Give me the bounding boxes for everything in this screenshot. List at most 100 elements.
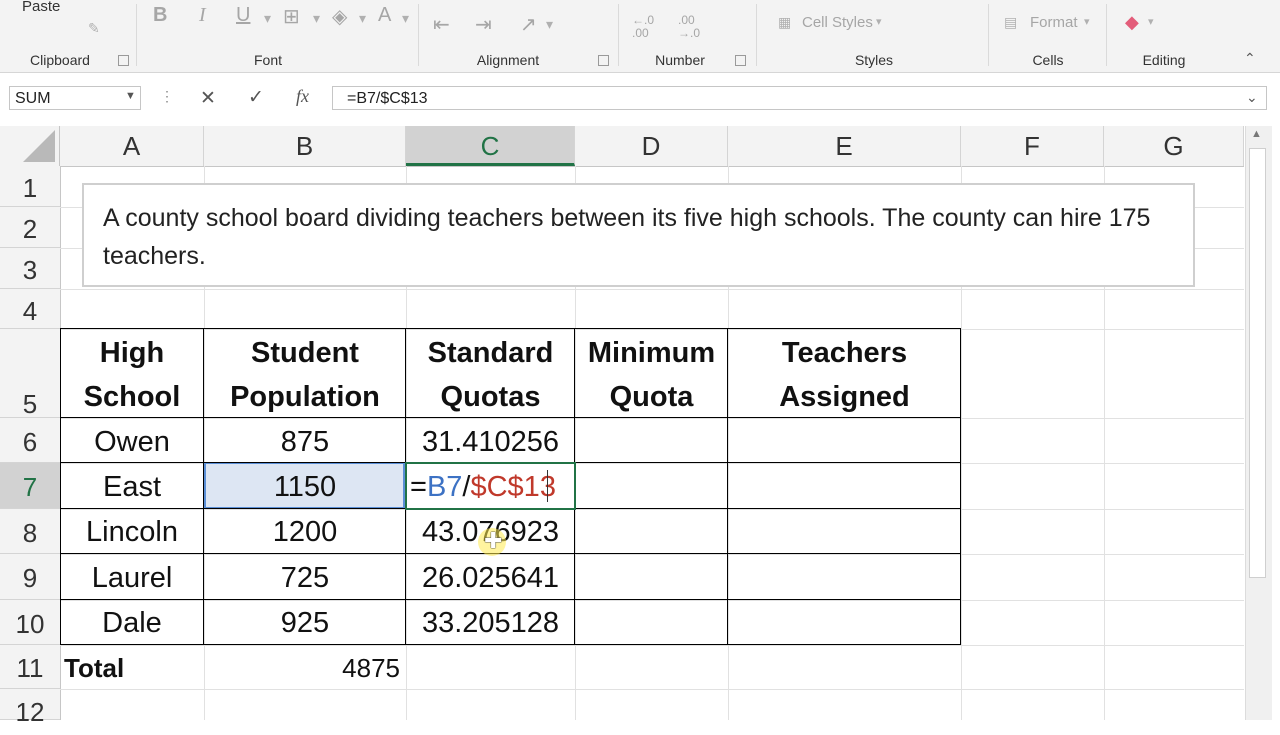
- column-header-e[interactable]: E: [728, 126, 961, 166]
- column-header-f[interactable]: F: [961, 126, 1104, 166]
- editing-formula[interactable]: =B7/$C$13: [410, 465, 556, 509]
- borders-icon[interactable]: ⊞: [283, 4, 300, 29]
- column-header-d[interactable]: D: [575, 126, 728, 166]
- select-all-corner[interactable]: [0, 126, 60, 166]
- row-header-2[interactable]: 2: [0, 207, 60, 248]
- chevron-down-icon[interactable]: ▾: [876, 15, 882, 28]
- gridline: [60, 554, 1244, 555]
- number-launcher-icon[interactable]: [735, 55, 746, 66]
- cell-b6[interactable]: 875: [204, 420, 406, 464]
- orientation-icon[interactable]: ↗: [520, 12, 537, 37]
- cell-styles-icon[interactable]: ▦: [778, 14, 791, 31]
- cell-b7[interactable]: 1150: [204, 465, 406, 509]
- row-header-4[interactable]: 4: [0, 289, 60, 329]
- header-line: Quotas: [440, 381, 541, 413]
- row-header-9[interactable]: 9: [0, 554, 60, 600]
- decrease-indent-icon[interactable]: ⇤: [433, 12, 450, 37]
- font-color-button[interactable]: A: [378, 4, 391, 27]
- cell-c6[interactable]: 31.410256: [406, 420, 575, 464]
- chevron-down-icon[interactable]: ▾: [546, 16, 553, 33]
- format-painter-icon[interactable]: ✎: [88, 20, 100, 37]
- underline-button[interactable]: U: [236, 4, 250, 27]
- row-header-1[interactable]: 1: [0, 166, 60, 207]
- insert-function-button[interactable]: fx: [296, 86, 309, 107]
- group-clipboard-label: Clipboard: [30, 52, 90, 68]
- description-textbox[interactable]: A county school board dividing teachers …: [82, 183, 1195, 287]
- cell-a11-total-label[interactable]: Total: [64, 647, 124, 689]
- header-minimum-quota[interactable]: Minimum Quota: [575, 331, 728, 419]
- cell-a7[interactable]: East: [60, 465, 204, 509]
- cell-b8[interactable]: 1200: [204, 510, 406, 554]
- chevron-down-icon[interactable]: ▾: [402, 10, 409, 27]
- name-box-chevron-down-icon[interactable]: ▼: [125, 90, 136, 102]
- chevron-down-icon[interactable]: ▾: [1084, 15, 1090, 28]
- column-header-g[interactable]: G: [1104, 126, 1244, 166]
- decrease-decimal-button[interactable]: .00 →.0: [678, 14, 700, 40]
- cell-styles-button[interactable]: Cell Styles: [802, 14, 873, 31]
- increase-indent-icon[interactable]: ⇥: [475, 12, 492, 37]
- collapse-ribbon-icon[interactable]: ⌃: [1244, 50, 1256, 67]
- cancel-button[interactable]: ✕: [200, 87, 216, 110]
- column-header-b[interactable]: B: [204, 126, 406, 166]
- row-header-11[interactable]: 11: [0, 645, 60, 689]
- header-high-school[interactable]: High School: [60, 331, 204, 419]
- header-student-population[interactable]: Student Population: [204, 331, 406, 419]
- scroll-up-icon[interactable]: ▲: [1251, 128, 1262, 140]
- clipboard-launcher-icon[interactable]: [118, 55, 129, 66]
- chevron-down-icon[interactable]: ▾: [359, 10, 366, 27]
- italic-button[interactable]: I: [199, 4, 206, 27]
- gridline: [60, 289, 1244, 290]
- row-header-12[interactable]: 12: [0, 689, 60, 727]
- alignment-launcher-icon[interactable]: [598, 55, 609, 66]
- cell-a10[interactable]: Dale: [60, 601, 204, 645]
- paste-button[interactable]: Paste: [22, 0, 60, 15]
- scrollbar-thumb[interactable]: [1249, 148, 1266, 578]
- chevron-down-icon[interactable]: ▾: [313, 10, 320, 27]
- cell-a9[interactable]: Laurel: [60, 556, 204, 600]
- fill-color-icon[interactable]: ◈: [332, 4, 347, 29]
- formula-ref-b7: B7: [426, 471, 463, 503]
- group-font-label: Font: [253, 52, 282, 68]
- cell-b11-total-value[interactable]: 4875: [204, 647, 400, 689]
- text-cursor: [547, 470, 548, 502]
- header-line: Population: [230, 381, 380, 413]
- format-icon[interactable]: ▤: [1004, 14, 1017, 31]
- cell-c9[interactable]: 26.025641: [406, 556, 575, 600]
- enter-button[interactable]: ✓: [248, 86, 264, 109]
- bold-button[interactable]: B: [153, 4, 167, 27]
- ribbon: Paste ✎ Clipboard B I U ▾ ⊞ ▾ ◈ ▾ A ▾ Fo…: [0, 0, 1280, 73]
- divider: [756, 4, 757, 66]
- formula-input[interactable]: =B7/$C$13: [332, 86, 1267, 110]
- increase-decimal-button[interactable]: ←.0 .00: [632, 14, 654, 40]
- row-header-3[interactable]: 3: [0, 248, 60, 289]
- row-headers: 1 2 3 4 5 6 7 8 9 10 11 12: [0, 166, 61, 727]
- cell-b10[interactable]: 925: [204, 601, 406, 645]
- cell-a8[interactable]: Lincoln: [60, 510, 204, 554]
- expand-formula-bar-chevron-down-icon[interactable]: ⌄: [1246, 89, 1258, 106]
- row-header-7[interactable]: 7: [0, 463, 60, 509]
- divider: [618, 4, 619, 66]
- name-box[interactable]: SUM: [9, 86, 141, 110]
- header-teachers-assigned[interactable]: Teachers Assigned: [728, 331, 961, 419]
- chevron-down-icon[interactable]: ▾: [264, 10, 271, 27]
- divider: [418, 4, 419, 66]
- cell-a6[interactable]: Owen: [60, 420, 204, 464]
- cell-b9[interactable]: 725: [204, 556, 406, 600]
- header-standard-quotas[interactable]: Standard Quotas: [406, 331, 575, 419]
- format-button[interactable]: Format: [1030, 14, 1078, 31]
- row-header-8[interactable]: 8: [0, 509, 60, 554]
- column-header-a[interactable]: A: [60, 126, 204, 166]
- group-number-label: Number: [655, 52, 705, 68]
- clear-eraser-icon[interactable]: ◆: [1125, 12, 1139, 33]
- divider: [136, 4, 137, 66]
- cell-cursor-icon: ✚: [484, 528, 503, 553]
- column-header-c[interactable]: C: [406, 126, 575, 166]
- gridline: [60, 645, 1244, 646]
- row-header-5[interactable]: 5: [0, 329, 60, 419]
- row-header-6[interactable]: 6: [0, 418, 60, 463]
- cell-c10[interactable]: 33.205128: [406, 601, 575, 645]
- chevron-down-icon[interactable]: ▾: [1148, 15, 1154, 28]
- header-line: High: [99, 337, 165, 369]
- header-line: Assigned: [779, 381, 910, 413]
- row-header-10[interactable]: 10: [0, 600, 60, 645]
